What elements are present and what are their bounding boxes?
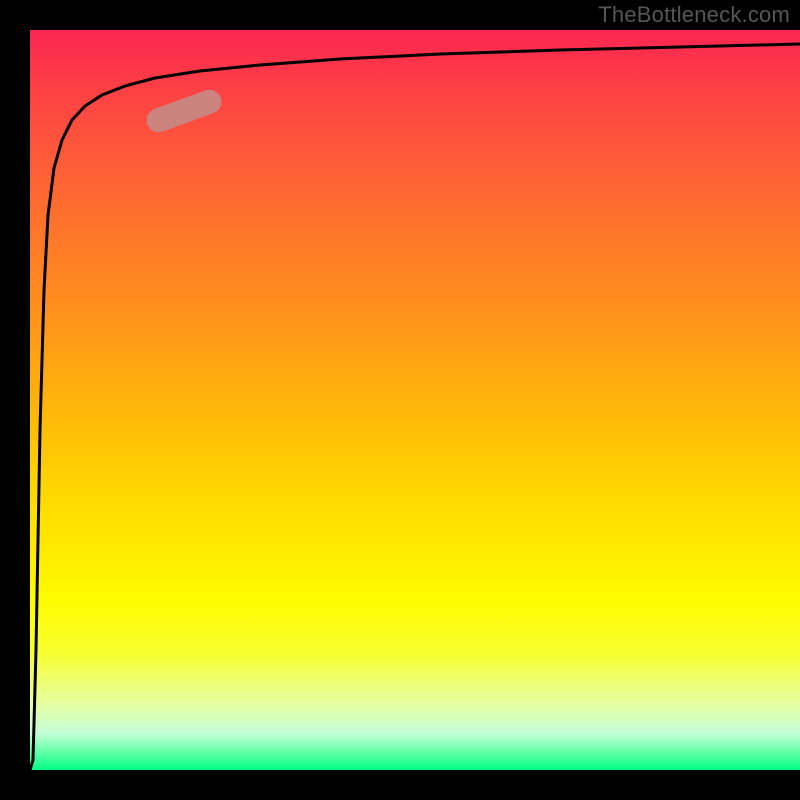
plot-area	[30, 30, 800, 770]
chart-canvas: TheBottleneck.com	[0, 0, 800, 800]
watermark-text: TheBottleneck.com	[598, 2, 790, 28]
